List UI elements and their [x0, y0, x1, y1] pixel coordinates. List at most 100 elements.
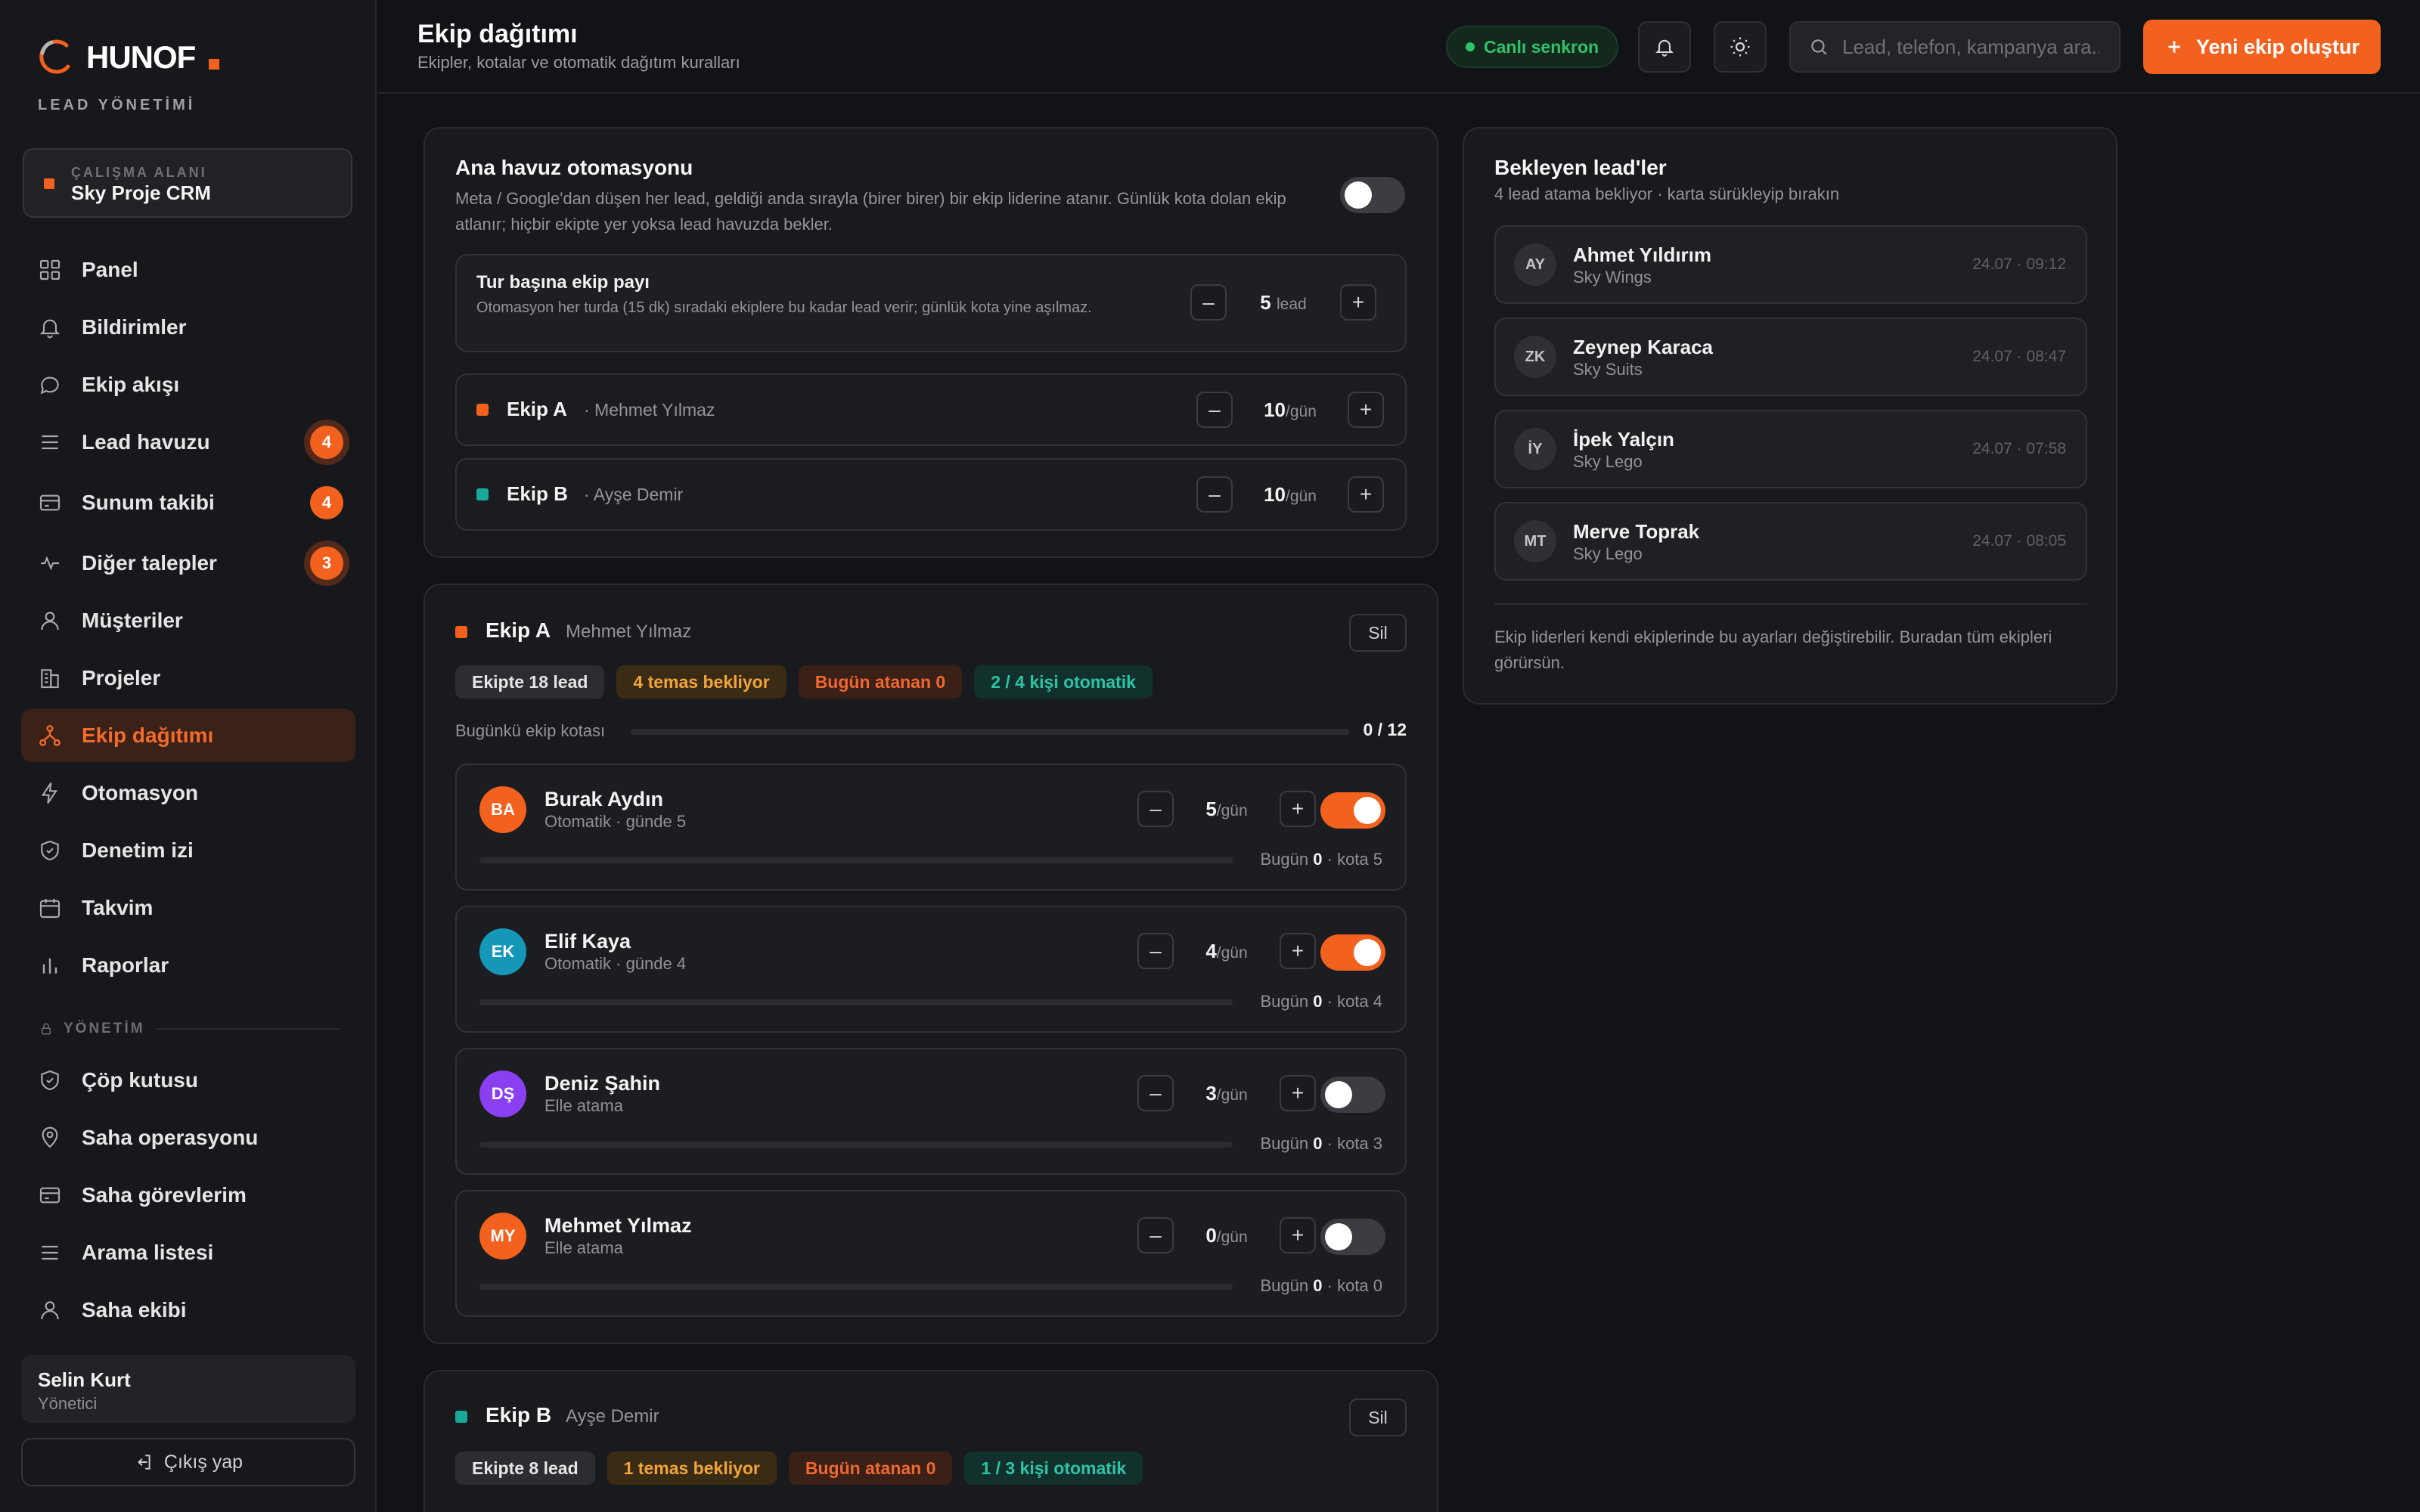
- member-progress-bar: [479, 1142, 1233, 1148]
- sidebar-item-customers[interactable]: Müşteriler: [21, 594, 355, 647]
- today-count: 0: [1313, 850, 1323, 869]
- sidebar-item-field-tasks[interactable]: Saha görevlerim: [21, 1169, 355, 1222]
- logo[interactable]: HUNOF: [36, 38, 220, 77]
- sidebar-item-panel[interactable]: Panel: [21, 243, 355, 296]
- member-row: MY Mehmet Yılmaz Elle atama – 0/gün + Bu…: [455, 1190, 1407, 1317]
- new-team-button[interactable]: Yeni ekip oluştur: [2143, 20, 2381, 74]
- avatar: BA: [479, 786, 526, 833]
- decrement-button[interactable]: –: [1137, 791, 1174, 827]
- team-quota-value: 10/gün: [1233, 398, 1348, 422]
- increment-button[interactable]: +: [1348, 392, 1384, 428]
- quota-number: 10: [1264, 398, 1286, 421]
- increment-button[interactable]: +: [1340, 284, 1376, 321]
- member-row: DŞ Deniz Şahin Elle atama – 3/gün + Bugü…: [455, 1048, 1407, 1175]
- decrement-button[interactable]: –: [1137, 933, 1174, 969]
- sidebar-item-reports[interactable]: Raporlar: [21, 939, 355, 992]
- divider: [1494, 603, 2087, 605]
- automation-toggle[interactable]: [1340, 177, 1405, 213]
- sidebar-item-call-list[interactable]: Arama listesi: [21, 1226, 355, 1279]
- delete-team-button[interactable]: Sil: [1349, 614, 1407, 652]
- sidebar-item-lead-pool[interactable]: Lead havuzu 4: [21, 416, 355, 469]
- sidebar-item-other-requests[interactable]: Diğer talepler 3: [21, 537, 355, 590]
- team-leader: Mehmet Yılmaz: [566, 621, 692, 642]
- decrement-button[interactable]: –: [1196, 476, 1233, 513]
- sidebar-item-team-distribution[interactable]: Ekip dağıtımı: [21, 709, 355, 762]
- team-color-square: [476, 404, 489, 416]
- increment-button[interactable]: +: [1348, 476, 1384, 513]
- lead-name: Ahmet Yıldırım: [1573, 243, 1712, 266]
- notifications-button[interactable]: [1638, 21, 1691, 73]
- sidebar-item-calendar[interactable]: Takvim: [21, 881, 355, 934]
- sidebar-item-field-team[interactable]: Saha ekibi: [21, 1284, 355, 1337]
- search-input[interactable]: [1842, 35, 2099, 59]
- increment-button[interactable]: +: [1280, 1217, 1316, 1253]
- increment-button[interactable]: +: [1280, 791, 1316, 827]
- pending-lead-card[interactable]: AY Ahmet Yıldırım Sky Wings 24.07 · 09:1…: [1494, 225, 2087, 304]
- bolt-icon: [41, 782, 57, 804]
- pending-lead-card[interactable]: MT Merve Toprak Sky Lego 24.07 · 08:05: [1494, 502, 2087, 581]
- quota-text: · kota 4: [1326, 992, 1382, 1011]
- team-name: Ekip A: [507, 398, 567, 420]
- pending-leads-card: Bekleyen lead'ler 4 lead atama bekliyor …: [1463, 127, 2118, 705]
- logout-icon: [138, 1455, 150, 1470]
- member-mode: Elle atama: [544, 1096, 623, 1115]
- pending-lead-card[interactable]: ZK Zeynep Karaca Sky Suits 24.07 · 08:47: [1494, 318, 2087, 396]
- decrement-button[interactable]: –: [1190, 284, 1227, 321]
- member-auto-toggle[interactable]: [1320, 1219, 1385, 1255]
- lead-campaign: Sky Lego: [1573, 452, 1643, 471]
- decrement-button[interactable]: –: [1137, 1217, 1174, 1253]
- avatar: İY: [1514, 428, 1556, 470]
- member-auto-toggle[interactable]: [1320, 934, 1385, 971]
- automation-title: Ana havuz otomasyonu: [455, 156, 693, 179]
- sidebar-item-trash[interactable]: Çöp kutusu: [21, 1054, 355, 1107]
- increment-button[interactable]: +: [1280, 933, 1316, 969]
- logout-label: Çıkış yap: [163, 1451, 244, 1473]
- member-auto-toggle[interactable]: [1320, 792, 1385, 829]
- theme-toggle-button[interactable]: [1714, 21, 1767, 73]
- delete-team-button[interactable]: Sil: [1349, 1399, 1407, 1436]
- toggle-knob: [1325, 1081, 1352, 1108]
- pending-lead-card[interactable]: İY İpek Yalçın Sky Lego 24.07 · 07:58: [1494, 410, 2087, 488]
- sidebar-item-label: Sunum takibi: [82, 491, 215, 514]
- sidebar-item-presentations[interactable]: Sunum takibi 4: [21, 476, 355, 529]
- team-quota-stepper: – 10/gün +: [1196, 392, 1384, 428]
- lead-time: 24.07 · 08:05: [1972, 532, 2066, 550]
- member-auto-toggle[interactable]: [1320, 1077, 1385, 1113]
- member-row: EK Elif Kaya Otomatik · günde 4 – 4/gün …: [455, 906, 1407, 1033]
- list-icon: [42, 1245, 58, 1260]
- decrement-button[interactable]: –: [1196, 392, 1233, 428]
- member-mode: Otomatik · günde 4: [544, 954, 687, 973]
- workspace-switcher[interactable]: ÇALIŞMA ALANI Sky Proje CRM: [23, 148, 352, 218]
- list-icon: [42, 435, 58, 450]
- member-name: Elif Kaya: [544, 930, 631, 953]
- bar-chart-icon: [42, 958, 57, 974]
- increment-button[interactable]: +: [1280, 1075, 1316, 1111]
- sidebar-item-projects[interactable]: Projeler: [21, 652, 355, 705]
- calendar-icon: [39, 899, 60, 919]
- sidebar-item-label: Bildirimler: [82, 315, 187, 339]
- avatar: AY: [1514, 243, 1556, 286]
- sidebar-item-automation[interactable]: Otomasyon: [21, 767, 355, 820]
- today-count: 0: [1313, 992, 1323, 1011]
- today-label: Bugün: [1260, 992, 1309, 1011]
- sidebar-item-notifications[interactable]: Bildirimler: [21, 301, 355, 354]
- team-color-square: [476, 488, 489, 500]
- sidebar-item-label: Ekip dağıtımı: [82, 723, 214, 747]
- workspace-dot: [44, 178, 54, 189]
- activity-icon: [41, 556, 59, 571]
- lead-count-chip: Ekipte 8 lead: [455, 1452, 595, 1485]
- sidebar-item-label: Çöp kutusu: [82, 1068, 198, 1092]
- search-box[interactable]: [1789, 21, 2121, 73]
- user-card[interactable]: Selin Kurt Yönetici: [21, 1355, 355, 1423]
- decrement-button[interactable]: –: [1137, 1075, 1174, 1111]
- team-name: Ekip A: [486, 618, 551, 642]
- logout-button[interactable]: Çıkış yap: [21, 1438, 355, 1486]
- live-sync-badge: Canlı senkron: [1446, 26, 1619, 68]
- pending-contact-chip: 1 temas bekliyor: [607, 1452, 777, 1485]
- member-progress-bar: [479, 857, 1233, 863]
- sidebar-item-team-feed[interactable]: Ekip akışı: [21, 358, 355, 411]
- sidebar-item-audit-log[interactable]: Denetim izi: [21, 824, 355, 877]
- sidebar-item-field-ops[interactable]: Saha operasyonu: [21, 1111, 355, 1164]
- today-label: Bugün: [1260, 1276, 1309, 1295]
- sidebar-item-label: Raporlar: [82, 953, 169, 977]
